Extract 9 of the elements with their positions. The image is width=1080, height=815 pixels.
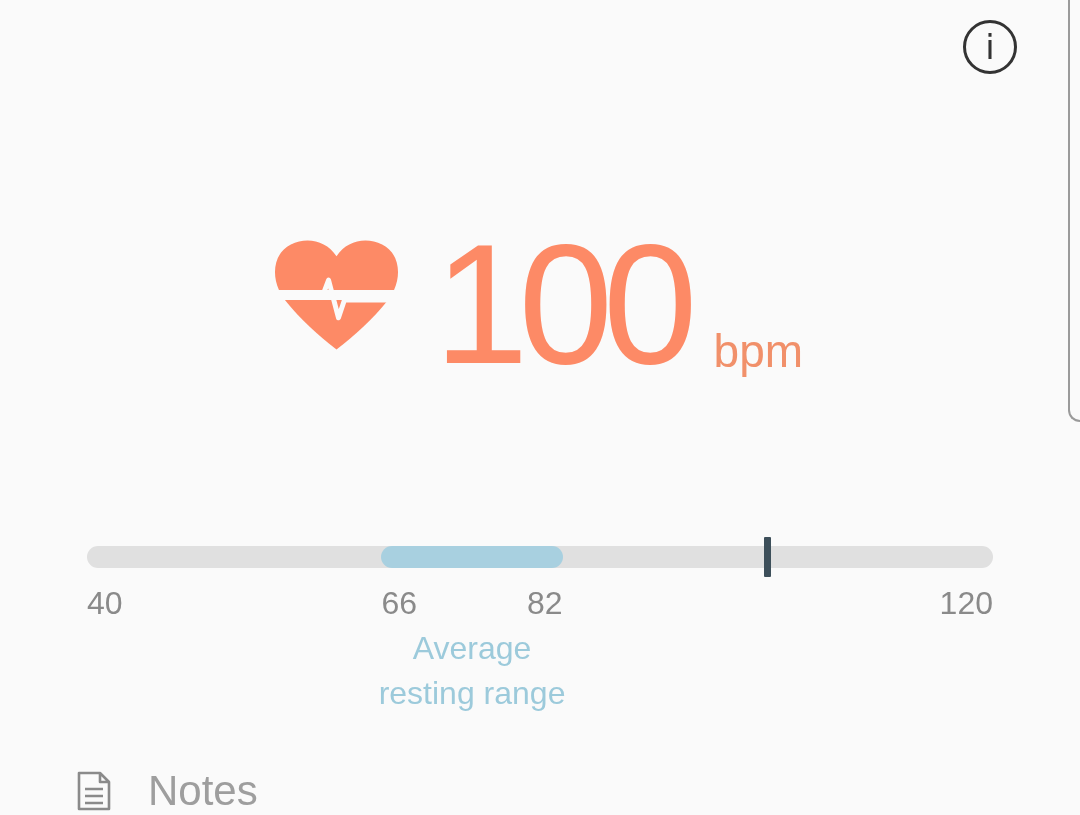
info-button[interactable]: i	[963, 20, 1017, 74]
heart-rate-value: 100	[433, 224, 688, 384]
range-caption: Average resting range	[377, 629, 567, 713]
document-icon	[76, 771, 112, 811]
heart-pulse-icon	[272, 238, 400, 350]
scale-label: 40	[87, 584, 124, 622]
scale-label: 66	[381, 584, 418, 622]
scale-label: 82	[527, 584, 563, 622]
scale-label: 120	[939, 584, 993, 622]
